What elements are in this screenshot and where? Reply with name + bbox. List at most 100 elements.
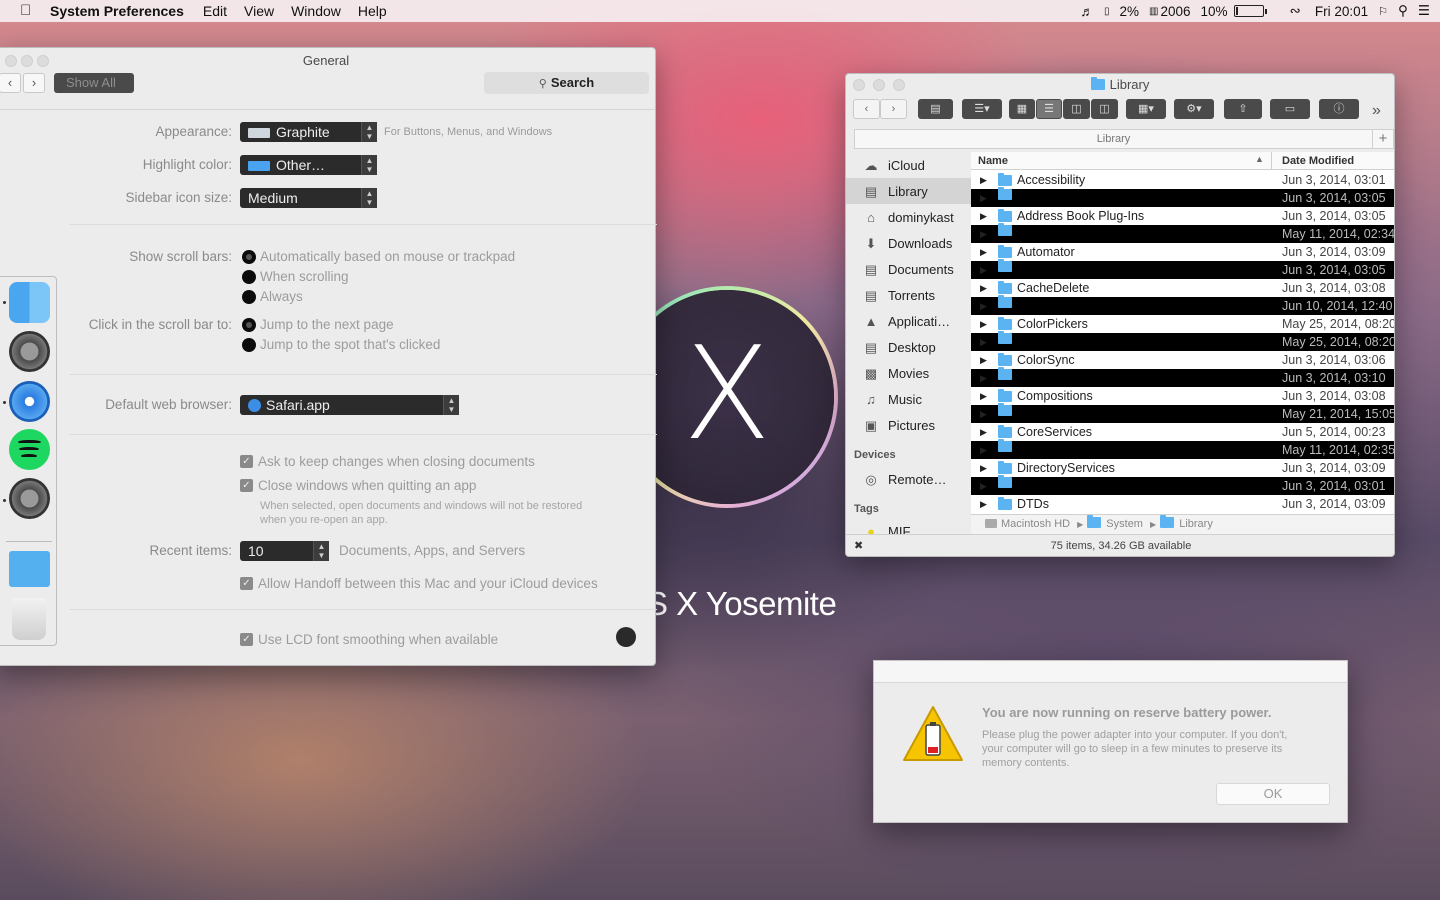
- finder-icon[interactable]: [9, 282, 50, 323]
- spotlight-icon[interactable]: ⚲: [1398, 3, 1408, 19]
- table-row[interactable]: ▶ Jun 3, 2014, 03:01: [971, 475, 1394, 495]
- jump-to-spot-radio[interactable]: Jump to the spot that's clicked: [242, 337, 440, 352]
- table-row[interactable]: ▶ May 11, 2014, 02:35: [971, 439, 1394, 459]
- disclosure-triangle-icon[interactable]: ▶: [980, 441, 987, 459]
- menu-edit[interactable]: Edit: [203, 3, 227, 19]
- sidebar-item-icloud[interactable]: ☁ iCloud: [846, 152, 971, 178]
- flag-icon[interactable]: ⚐: [1378, 5, 1388, 18]
- table-row[interactable]: ▶ Jun 3, 2014, 03:10: [971, 367, 1394, 387]
- search-field[interactable]: ⚲ Search: [484, 72, 649, 94]
- notification-center-icon[interactable]: ☰: [1418, 3, 1430, 19]
- disclosure-triangle-icon[interactable]: ▶: [980, 171, 987, 189]
- disclosure-triangle-icon[interactable]: ▶: [980, 369, 987, 387]
- sidebar-item-documents[interactable]: ▤ Documents: [846, 256, 971, 282]
- back-button[interactable]: ‹: [0, 73, 21, 93]
- menu-window[interactable]: Window: [291, 3, 341, 19]
- table-row[interactable]: ▶ DirectoryServices Jun 3, 2014, 03:09: [971, 459, 1394, 477]
- breadcrumb-system[interactable]: System: [1106, 518, 1143, 530]
- disclosure-triangle-icon[interactable]: ▶: [980, 315, 987, 333]
- table-row[interactable]: ▶ May 25, 2014, 08:20: [971, 331, 1394, 351]
- close-windows-checkbox[interactable]: ✓ Close windows when quitting an app: [240, 478, 476, 493]
- table-row[interactable]: ▶ May 21, 2014, 15:05: [971, 403, 1394, 423]
- sidebar-item-desktop[interactable]: ▤ Desktop: [846, 334, 971, 360]
- sidebar-item-home[interactable]: ⌂ dominykast: [846, 204, 971, 230]
- ok-button[interactable]: OK: [1216, 783, 1330, 805]
- memory-readout[interactable]: 2006: [1160, 4, 1190, 19]
- table-row[interactable]: ▶ Compositions Jun 3, 2014, 03:08: [971, 387, 1394, 405]
- ask-keep-changes-checkbox[interactable]: ✓ Ask to keep changes when closing docume…: [240, 454, 535, 469]
- forward-button[interactable]: ›: [23, 73, 45, 93]
- disclosure-triangle-icon[interactable]: ▶: [980, 387, 987, 405]
- safari-icon[interactable]: [9, 381, 50, 422]
- arrange-icon[interactable]: ☰▾: [962, 99, 1002, 119]
- battery-icon[interactable]: [1231, 5, 1274, 17]
- scroll-auto-radio[interactable]: Automatically based on mouse or trackpad: [242, 249, 515, 264]
- table-row[interactable]: ▶ ColorPickers May 25, 2014, 08:20: [971, 315, 1394, 333]
- disclosure-triangle-icon[interactable]: ▶: [980, 423, 987, 441]
- table-row[interactable]: ▶ CoreServices Jun 5, 2014, 00:23: [971, 423, 1394, 441]
- sidebar-item-remote-disc[interactable]: ◎ Remote…: [846, 466, 971, 492]
- disclosure-triangle-icon[interactable]: ▶: [980, 459, 987, 477]
- sidebar-item-torrents[interactable]: ▤ Torrents: [846, 282, 971, 308]
- cover-flow-icon[interactable]: ◫: [1091, 99, 1118, 119]
- help-button[interactable]: [616, 627, 636, 647]
- system-preferences-icon[interactable]: [9, 331, 50, 372]
- new-tab-button[interactable]: +: [1372, 129, 1394, 149]
- table-row[interactable]: ▶ DTDs Jun 3, 2014, 03:09: [971, 495, 1394, 513]
- table-row[interactable]: ▶ ColorSync Jun 3, 2014, 03:06: [971, 351, 1394, 369]
- disclosure-triangle-icon[interactable]: ▶: [980, 333, 987, 351]
- system-preferences-icon[interactable]: [9, 478, 50, 519]
- volume-icon[interactable]: ♬: [1080, 4, 1094, 19]
- sidebar-item-library[interactable]: ▤ Library: [846, 178, 971, 204]
- sidebar-item-pictures[interactable]: ▣ Pictures: [846, 412, 971, 438]
- table-row[interactable]: ▶ Jun 10, 2014, 12:40: [971, 295, 1394, 315]
- table-row[interactable]: ▶ Address Book Plug-Ins Jun 3, 2014, 03:05: [971, 207, 1394, 225]
- group-icon[interactable]: ▦▾: [1126, 99, 1166, 119]
- menu-help[interactable]: Help: [358, 3, 387, 19]
- new-folder-icon[interactable]: ▤: [918, 99, 953, 119]
- disclosure-triangle-icon[interactable]: ▶: [980, 207, 987, 225]
- appearance-popup[interactable]: Graphite ▲ ▼: [240, 122, 377, 142]
- scroll-when-scrolling-radio[interactable]: When scrolling: [242, 269, 349, 284]
- cpu-percent[interactable]: 2%: [1119, 4, 1139, 19]
- handoff-checkbox[interactable]: ✓ Allow Handoff between this Mac and your…: [240, 576, 598, 591]
- disclosure-triangle-icon[interactable]: ▶: [980, 225, 987, 243]
- table-row[interactable]: ▶ Automator Jun 3, 2014, 03:09: [971, 243, 1394, 261]
- apple-menu-icon[interactable]: : [20, 3, 36, 19]
- share-icon[interactable]: ⇧: [1224, 99, 1262, 119]
- sidebar-item-applications[interactable]: ▲ Applicati…: [846, 308, 971, 334]
- table-row[interactable]: ▶ CacheDelete Jun 3, 2014, 03:08: [971, 279, 1394, 297]
- disclosure-triangle-icon[interactable]: ▶: [980, 243, 987, 261]
- info-icon[interactable]: ⓘ: [1319, 99, 1359, 119]
- disclosure-triangle-icon[interactable]: ▶: [980, 405, 987, 423]
- disclosure-triangle-icon[interactable]: ▶: [980, 261, 987, 279]
- table-row[interactable]: ▶ Jun 3, 2014, 03:05: [971, 259, 1394, 279]
- date-column-header[interactable]: Date Modified: [1282, 155, 1354, 167]
- table-row[interactable]: ▶ Accessibility Jun 3, 2014, 03:01: [971, 171, 1394, 189]
- clock[interactable]: Fri 20:01: [1315, 4, 1368, 19]
- breadcrumb-disk[interactable]: Macintosh HD: [1001, 518, 1070, 530]
- downloads-folder-icon[interactable]: [9, 551, 50, 587]
- spotify-icon[interactable]: [9, 429, 50, 470]
- show-all-button[interactable]: Show All: [54, 73, 134, 93]
- default-browser-popup[interactable]: Safari.app ▲ ▼: [240, 395, 459, 415]
- disclosure-triangle-icon[interactable]: ▶: [980, 351, 987, 369]
- list-view-icon[interactable]: ☰: [1036, 99, 1062, 119]
- tag-icon[interactable]: ▭: [1270, 99, 1310, 119]
- back-button[interactable]: ‹: [853, 99, 880, 119]
- cpu-icon[interactable]: ▯: [1104, 6, 1110, 17]
- disclosure-triangle-icon[interactable]: ▶: [980, 279, 987, 297]
- forward-button[interactable]: ›: [880, 99, 907, 119]
- scroll-always-radio[interactable]: Always: [242, 289, 303, 304]
- disclosure-triangle-icon[interactable]: ▶: [980, 189, 987, 207]
- column-view-icon[interactable]: ◫: [1063, 99, 1090, 119]
- icon-view-icon[interactable]: ▦: [1009, 99, 1035, 119]
- disclosure-triangle-icon[interactable]: ▶: [980, 495, 987, 513]
- wifi-icon[interactable]: ∾: [1290, 3, 1301, 19]
- sidebar-item-downloads[interactable]: ⬇ Downloads: [846, 230, 971, 256]
- table-row[interactable]: ▶ Jun 3, 2014, 03:05: [971, 187, 1394, 207]
- disclosure-triangle-icon[interactable]: ▶: [980, 297, 987, 315]
- app-menu[interactable]: System Preferences: [50, 3, 184, 19]
- pin-icon[interactable]: ✖: [854, 535, 863, 556]
- jump-next-page-radio[interactable]: Jump to the next page: [242, 317, 394, 332]
